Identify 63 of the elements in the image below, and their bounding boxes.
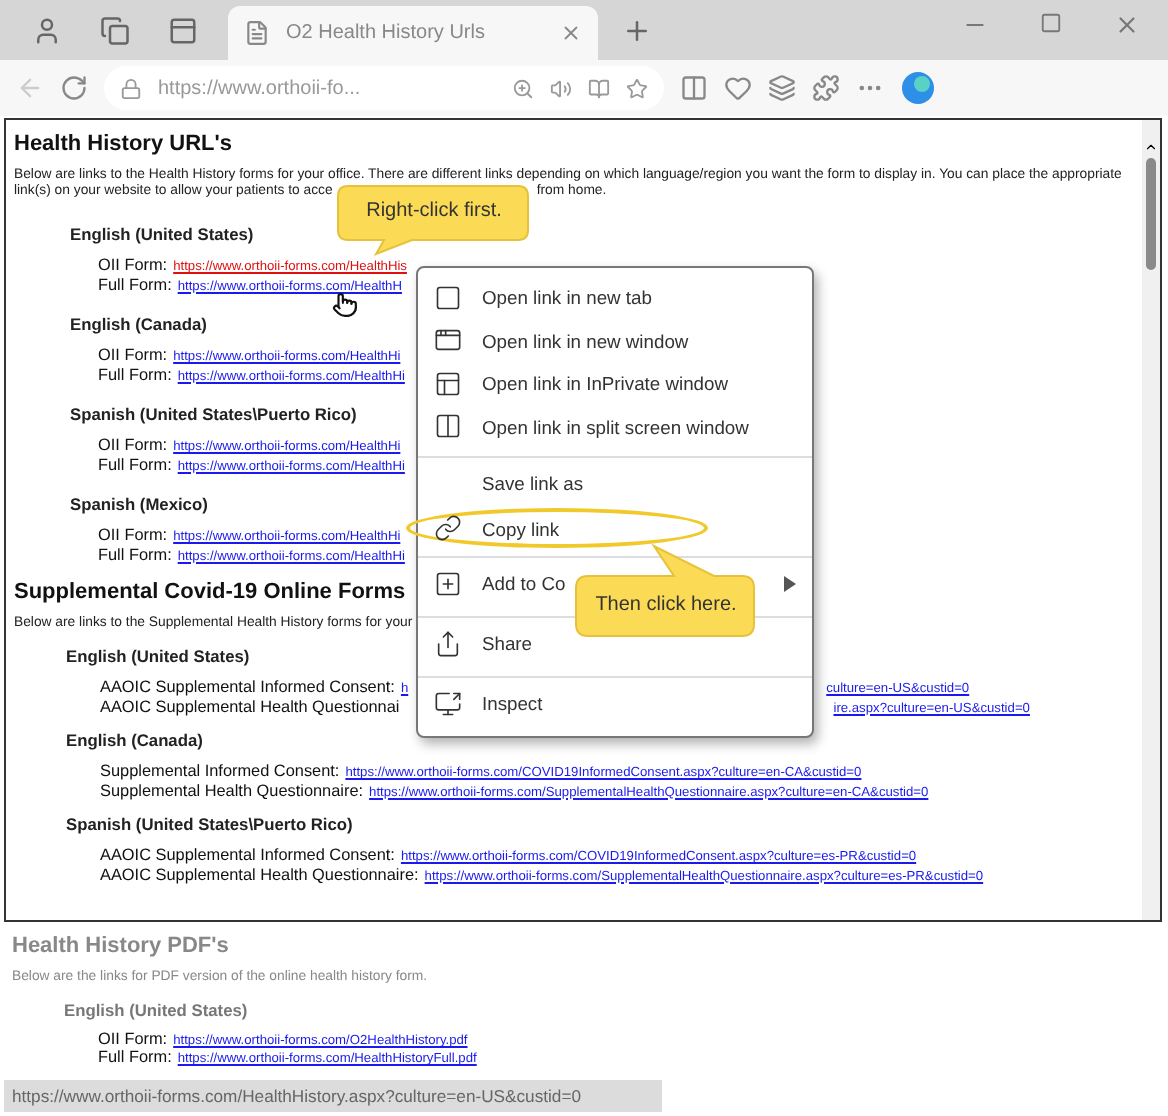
field-label: OII Form: [98, 526, 168, 544]
section-heading: Health History PDF's [12, 934, 229, 958]
section-title: English (Canada) [66, 730, 203, 750]
workspaces-icon[interactable] [99, 15, 129, 45]
field-label: Full Form: [98, 365, 172, 383]
split-window-icon [434, 412, 462, 441]
refresh-icon[interactable] [60, 74, 88, 102]
new-tab-icon[interactable] [621, 15, 651, 45]
field-label: OII Form: [98, 436, 168, 454]
collections-icon[interactable] [768, 74, 796, 102]
field-label: AAOIC Supplemental Health Questionnai [100, 697, 400, 715]
menu-item[interactable]: Open link in new tab [418, 276, 812, 319]
submenu-arrow-icon [784, 575, 796, 591]
menu-item[interactable]: Copy link [406, 508, 708, 548]
field-label: Full Form: [98, 455, 172, 473]
window-icon [434, 369, 462, 398]
section-title: Spanish (Mexico) [70, 494, 208, 514]
plus-square-icon [434, 569, 462, 597]
favorites-icon[interactable] [724, 74, 752, 102]
window-icon [434, 326, 462, 355]
field-label: AAOIC Supplemental Informed Consent: [100, 678, 395, 696]
field-label: OII Form: [98, 346, 168, 364]
hand-cursor-icon [332, 292, 358, 318]
link-icon [434, 514, 462, 542]
section-title: Spanish (United States\Puerto Rico) [66, 814, 353, 834]
section-heading: Supplemental Covid-19 Online Forms [14, 580, 406, 604]
close-icon[interactable] [560, 22, 582, 44]
field-label: Full Form: [98, 1048, 172, 1066]
page-icon [244, 20, 270, 46]
section-title: English (Canada) [70, 314, 207, 334]
menu-item[interactable]: Open link in InPrivate window [418, 362, 812, 405]
hint-tooltip: Right-click first. [336, 184, 532, 256]
field-label: Supplemental Informed Consent: [100, 762, 340, 780]
close-icon[interactable] [1114, 12, 1140, 38]
field-label: Full Form: [98, 545, 172, 563]
hint-tooltip: Then click here. [574, 540, 758, 640]
section-title: Spanish (United States\Puerto Rico) [70, 404, 357, 424]
field-label: Supplemental Health Questionnaire: [100, 781, 364, 799]
menu-item[interactable]: Save link as [418, 456, 812, 508]
menu-item[interactable]: Open link in split screen window [418, 405, 812, 448]
field-label: OII Form: [98, 1030, 168, 1048]
field-label: Full Form: [98, 275, 172, 293]
section-title: English (United States) [66, 646, 250, 666]
extensions-icon[interactable] [812, 74, 840, 102]
menu-item[interactable]: Open link in new window [418, 319, 812, 362]
scroll-up-icon[interactable] [1144, 140, 1158, 154]
split-screen-icon[interactable] [680, 74, 708, 102]
field-label: AAOIC Supplemental Informed Consent: [100, 846, 395, 864]
profile-icon[interactable] [31, 15, 61, 45]
status-bar-url: https://www.orthoii-forms.com/HealthHistory.aspx?culture=en-US&custid=0 [4, 1080, 662, 1112]
assistant-icon[interactable] [900, 70, 936, 106]
maximize-icon[interactable] [1040, 12, 1062, 34]
field-label: OII Form: [98, 256, 168, 274]
tab-actions-icon[interactable] [167, 15, 197, 45]
section-title: English (United States) [64, 1000, 248, 1020]
square-icon [434, 283, 462, 312]
menu-item[interactable]: Inspect [418, 676, 812, 728]
field-label: AAOIC Supplemental Health Questionnaire: [100, 865, 419, 883]
section-title: English (United States) [70, 224, 254, 244]
screen-icon [434, 689, 462, 717]
scrollbar-thumb[interactable] [1146, 158, 1156, 270]
page-heading: Health History URL's [14, 132, 232, 156]
share-icon [434, 629, 462, 657]
